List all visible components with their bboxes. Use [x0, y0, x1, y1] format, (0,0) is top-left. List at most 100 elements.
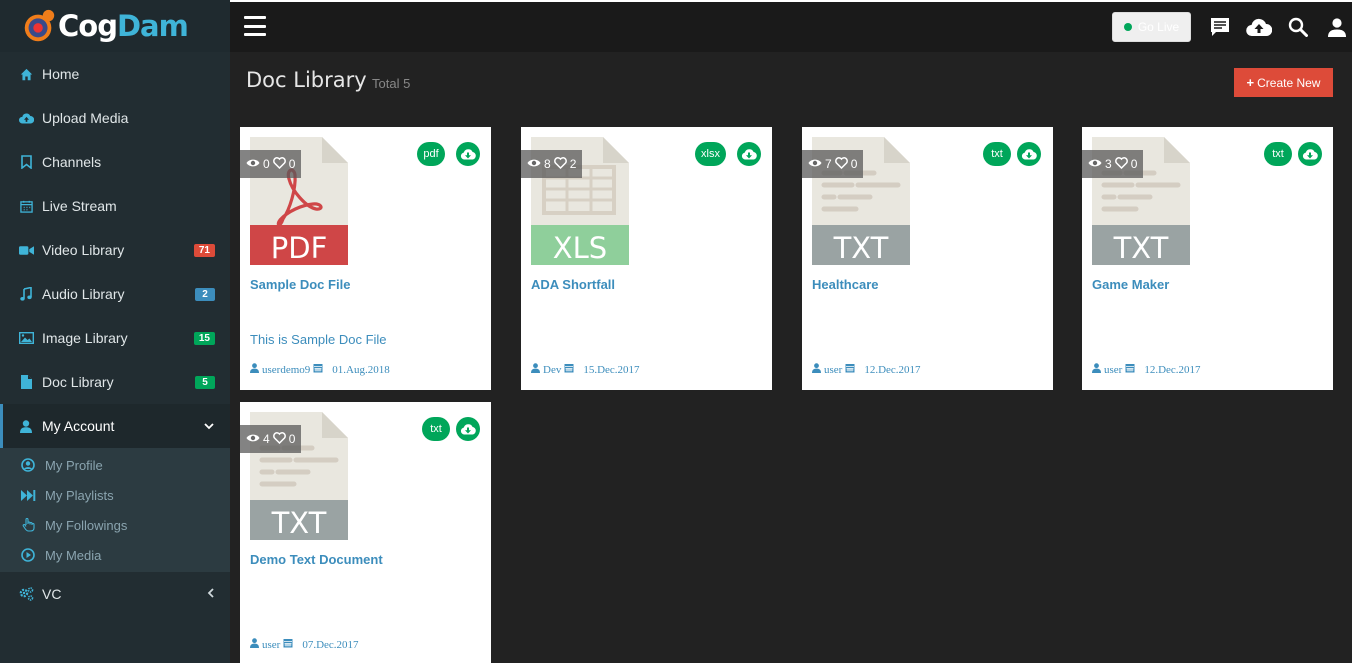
download-button[interactable] [1017, 142, 1041, 166]
likes-count: 0 [288, 432, 296, 446]
sidebar-item-my-account[interactable]: My Account [0, 404, 230, 448]
user-icon [250, 363, 259, 376]
card-title[interactable]: ADA Shortfall [531, 277, 615, 292]
image-count-badge: 15 [193, 331, 215, 345]
sidebar-item-label: Home [42, 66, 80, 82]
card-meta: user 07.Dec.2017 [250, 638, 359, 651]
user-icon [18, 418, 34, 434]
hamburger-menu-icon[interactable] [244, 16, 266, 36]
card-stats: 4 0 [240, 425, 302, 453]
calendar-icon [313, 363, 323, 376]
card-meta: Dev 15.Dec.2017 [531, 363, 640, 376]
sidebar-item-vc[interactable]: VC [0, 572, 230, 616]
cloud-download-icon [741, 149, 757, 160]
heart-icon [272, 431, 286, 447]
sidebar-item-label: Doc Library [42, 374, 114, 390]
chat-icon[interactable] [1207, 14, 1233, 40]
doc-card[interactable]: TXT 3 0 txt Game Maker user 12.Dec.2017 [1082, 127, 1333, 390]
sidebar-item-label: Image Library [42, 330, 128, 346]
card-title[interactable]: Sample Doc File [250, 277, 350, 292]
sidebar-item-label: Upload Media [42, 110, 129, 126]
sidebar-item-label: Video Library [42, 242, 125, 258]
submenu-item-label: My Playlists [45, 487, 114, 503]
cloud-download-icon [1302, 149, 1318, 160]
sidebar-item-channels[interactable]: Channels [0, 140, 230, 184]
heart-icon [834, 156, 848, 172]
card-date: 15.Dec.2017 [583, 363, 640, 376]
download-button[interactable] [456, 417, 480, 441]
sidebar-item-label: Channels [42, 154, 102, 170]
sidebar: CogDam Home Upload Media Channels Live S… [0, 0, 230, 663]
calendar-icon [1125, 363, 1135, 376]
sidebar-item-home[interactable]: Home [0, 52, 230, 96]
sidebar-item-label: VC [42, 586, 62, 602]
file-icon [18, 374, 34, 390]
card-title[interactable]: Game Maker [1092, 277, 1169, 292]
logo-text: CogDam [58, 9, 189, 43]
hand-icon [20, 517, 36, 533]
doc-card[interactable]: TXT 4 0 txt Demo Text Document user 07.D… [240, 402, 491, 663]
sidebar-item-audio-library[interactable]: Audio Library 2 [0, 272, 230, 316]
card-title[interactable]: Demo Text Document [250, 552, 383, 567]
sidebar-item-video-library[interactable]: Video Library 71 [0, 228, 230, 272]
user-icon [531, 363, 540, 376]
doc-card[interactable]: TXT 7 0 txt Healthcare user 12.Dec.2017 [802, 127, 1053, 390]
sidebar-item-image-library[interactable]: Image Library 15 [0, 316, 230, 360]
doc-card[interactable]: PDF 0 0 pdf Sample Doc File This is Samp… [240, 127, 491, 390]
download-button[interactable] [456, 142, 480, 166]
cloud-upload-icon[interactable] [1246, 14, 1272, 40]
card-meta: user 12.Dec.2017 [812, 363, 921, 376]
views-count: 0 [263, 157, 270, 171]
submenu-item-label: My Media [45, 547, 102, 563]
card-date: 12.Dec.2017 [864, 363, 921, 376]
page-title: Doc Library [246, 68, 367, 92]
submenu-item-my-playlists[interactable]: My Playlists [0, 480, 230, 510]
eye-icon [246, 157, 260, 171]
calendar-icon [845, 363, 855, 376]
create-new-button[interactable]: + Create New [1234, 68, 1333, 97]
card-meta: userdemo9 01.Aug.2018 [250, 363, 390, 376]
search-icon[interactable] [1285, 14, 1311, 40]
sidebar-item-doc-library[interactable]: Doc Library 5 [0, 360, 230, 404]
views-count: 3 [1105, 157, 1112, 171]
card-author: user [262, 638, 281, 651]
video-count-badge: 71 [193, 243, 215, 257]
user-profile-icon[interactable] [1324, 14, 1350, 40]
user-icon [1092, 363, 1101, 376]
sidebar-menu-bottom: VC [0, 572, 230, 616]
chevron-left-icon [207, 587, 214, 601]
logo[interactable]: CogDam [0, 0, 230, 52]
views-count: 7 [825, 157, 832, 171]
file-type-badge: txt [422, 417, 450, 441]
go-live-button[interactable]: Go Live [1112, 12, 1191, 42]
card-author: user [824, 363, 843, 376]
music-icon [18, 286, 34, 302]
play-circle-icon [20, 547, 36, 563]
sidebar-item-upload-media[interactable]: Upload Media [0, 96, 230, 140]
views-count: 4 [263, 432, 270, 446]
go-live-label: Go Live [1137, 20, 1180, 34]
download-button[interactable] [737, 142, 761, 166]
user-icon [250, 638, 259, 651]
sidebar-item-label: Live Stream [42, 198, 117, 214]
cogs-icon [18, 586, 34, 602]
download-button[interactable] [1298, 142, 1322, 166]
card-date: 01.Aug.2018 [332, 363, 390, 376]
sidebar-item-live-stream[interactable]: Live Stream [0, 184, 230, 228]
heart-icon [272, 156, 286, 172]
file-type-badge: pdf [417, 142, 445, 166]
card-meta: user 12.Dec.2017 [1092, 363, 1201, 376]
card-stats: 8 2 [521, 150, 583, 178]
calendar-icon [283, 638, 293, 651]
doc-card[interactable]: XLS 8 2 xlsx ADA Shortfall Dev 15.Dec.20… [521, 127, 772, 390]
likes-count: 0 [288, 157, 296, 171]
heart-icon [1114, 156, 1128, 172]
submenu-item-my-profile[interactable]: My Profile [0, 450, 230, 480]
submenu-item-my-followings[interactable]: My Followings [0, 510, 230, 540]
card-title[interactable]: Healthcare [812, 277, 878, 292]
upload-icon [18, 110, 34, 126]
chevron-down-icon [204, 419, 214, 433]
home-icon [18, 66, 34, 82]
submenu-item-my-media[interactable]: My Media [0, 540, 230, 570]
eye-icon [1088, 157, 1102, 171]
